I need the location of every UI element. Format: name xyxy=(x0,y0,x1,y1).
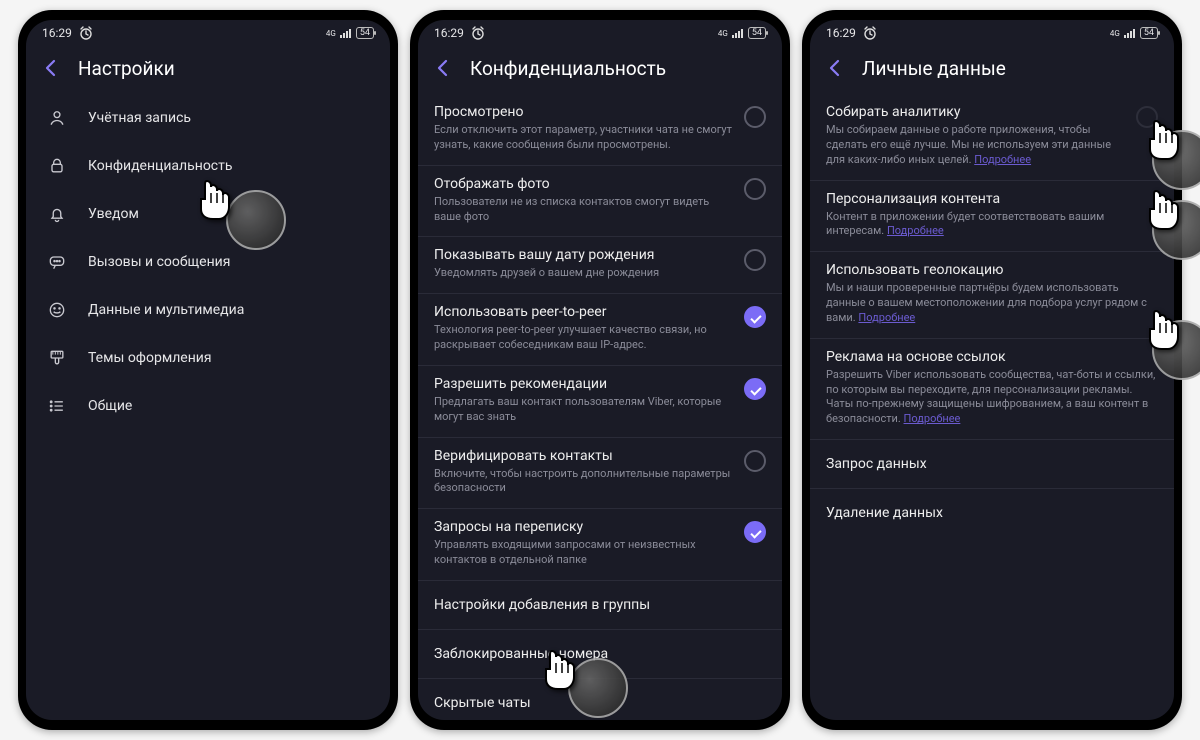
setting-seen[interactable]: ПросмотреноЕсли отключить этот параметр,… xyxy=(418,94,782,166)
setting-verify[interactable]: Верифицировать контактыВключите, чтобы н… xyxy=(418,438,782,510)
media-icon xyxy=(46,300,68,320)
menu-label: Вызовы и сообщения xyxy=(88,254,230,270)
menu-label: Темы оформления xyxy=(88,350,212,366)
signal-icon xyxy=(732,27,744,39)
watermark xyxy=(568,658,628,718)
clock: 16:29 xyxy=(42,26,72,40)
toggle[interactable] xyxy=(744,378,766,400)
phone-3: 16:29 4G 54 Личные данные Собирать анали… xyxy=(802,10,1182,730)
toggle[interactable] xyxy=(744,249,766,271)
menu-media[interactable]: Данные и мультимедиа xyxy=(26,286,390,334)
page-title: Конфиденциальность xyxy=(470,57,666,80)
status-bar: 16:29 4G 54 xyxy=(418,20,782,46)
menu-account[interactable]: Учётная запись xyxy=(26,94,390,142)
bell-icon xyxy=(46,204,68,224)
setting-personalization[interactable]: Персонализация контентаКонтент в приложе… xyxy=(810,181,1174,253)
settings-list: Учётная запись Конфиденциальность Уведом… xyxy=(26,94,390,720)
menu-themes[interactable]: Темы оформления xyxy=(26,334,390,382)
lock-icon xyxy=(46,156,68,176)
alarm-icon xyxy=(862,25,878,41)
setting-birthday[interactable]: Показывать вашу дату рожденияУведомлять … xyxy=(418,237,782,294)
clock: 16:29 xyxy=(434,26,464,40)
back-button[interactable] xyxy=(432,56,454,80)
nav-delete-data[interactable]: Удаление данных xyxy=(810,489,1174,537)
network-label: 4G xyxy=(718,29,728,38)
more-link[interactable]: Подробнее xyxy=(904,412,961,425)
battery-icon: 54 xyxy=(1140,27,1158,39)
header: Конфиденциальность xyxy=(418,46,782,94)
setting-requests[interactable]: Запросы на перепискуУправлять входящими … xyxy=(418,509,782,581)
menu-label: Уведом xyxy=(88,206,139,222)
watermark xyxy=(226,190,286,250)
personal-data-list: Собирать аналитикуМы собираем данные о р… xyxy=(810,94,1174,720)
privacy-list: ПросмотреноЕсли отключить этот параметр,… xyxy=(418,94,782,720)
setting-photo[interactable]: Отображать фотоПользователи не из списка… xyxy=(418,166,782,238)
menu-label: Конфиденциальность xyxy=(88,158,232,174)
phone-1: 16:29 4G 54 Настройки Учётная запись Кон… xyxy=(18,10,398,730)
phone-2: 16:29 4G 54 Конфиденциальность Просмотре… xyxy=(410,10,790,730)
more-link[interactable]: Подробнее xyxy=(858,311,915,324)
user-icon xyxy=(46,108,68,128)
setting-geolocation[interactable]: Использовать геолокациюМы и наши провере… xyxy=(810,252,1174,339)
setting-analytics[interactable]: Собирать аналитикуМы собираем данные о р… xyxy=(810,94,1174,181)
battery-icon: 54 xyxy=(748,27,766,39)
menu-label: Общие xyxy=(88,398,132,414)
toggle[interactable] xyxy=(744,521,766,543)
header: Личные данные xyxy=(810,46,1174,94)
signal-icon xyxy=(340,27,352,39)
alarm-icon xyxy=(78,25,94,41)
clock: 16:29 xyxy=(826,26,856,40)
status-bar: 16:29 4G 54 xyxy=(810,20,1174,46)
nav-groups[interactable]: Настройки добавления в группы xyxy=(418,581,782,630)
menu-calls[interactable]: Вызовы и сообщения xyxy=(26,238,390,286)
nav-request-data[interactable]: Запрос данных xyxy=(810,440,1174,489)
toggle[interactable] xyxy=(744,178,766,200)
page-title: Настройки xyxy=(78,57,175,80)
back-button[interactable] xyxy=(824,56,846,80)
menu-label: Данные и мультимедиа xyxy=(88,302,244,318)
toggle[interactable] xyxy=(1136,106,1158,128)
toggle[interactable] xyxy=(744,450,766,472)
toggle[interactable] xyxy=(744,106,766,128)
brush-icon xyxy=(46,348,68,368)
network-label: 4G xyxy=(1110,29,1120,38)
network-label: 4G xyxy=(326,29,336,38)
setting-recommend[interactable]: Разрешить рекомендацииПредлагать ваш кон… xyxy=(418,366,782,438)
header: Настройки xyxy=(26,46,390,94)
menu-general[interactable]: Общие xyxy=(26,382,390,430)
menu-privacy[interactable]: Конфиденциальность xyxy=(26,142,390,190)
chat-icon xyxy=(46,252,68,272)
toggle[interactable] xyxy=(744,306,766,328)
list-icon xyxy=(46,396,68,416)
setting-p2p[interactable]: Использовать peer-to-peerТехнология peer… xyxy=(418,294,782,366)
status-bar: 16:29 4G 54 xyxy=(26,20,390,46)
page-title: Личные данные xyxy=(862,57,1006,80)
setting-ads[interactable]: Реклама на основе ссылокРазрешить Viber … xyxy=(810,339,1174,440)
more-link[interactable]: Подробнее xyxy=(887,224,944,237)
battery-icon: 54 xyxy=(356,27,374,39)
signal-icon xyxy=(1124,27,1136,39)
more-link[interactable]: Подробнее xyxy=(974,153,1031,166)
alarm-icon xyxy=(470,25,486,41)
back-button[interactable] xyxy=(40,56,62,80)
menu-notifications[interactable]: Уведом xyxy=(26,190,390,238)
menu-label: Учётная запись xyxy=(88,110,191,126)
